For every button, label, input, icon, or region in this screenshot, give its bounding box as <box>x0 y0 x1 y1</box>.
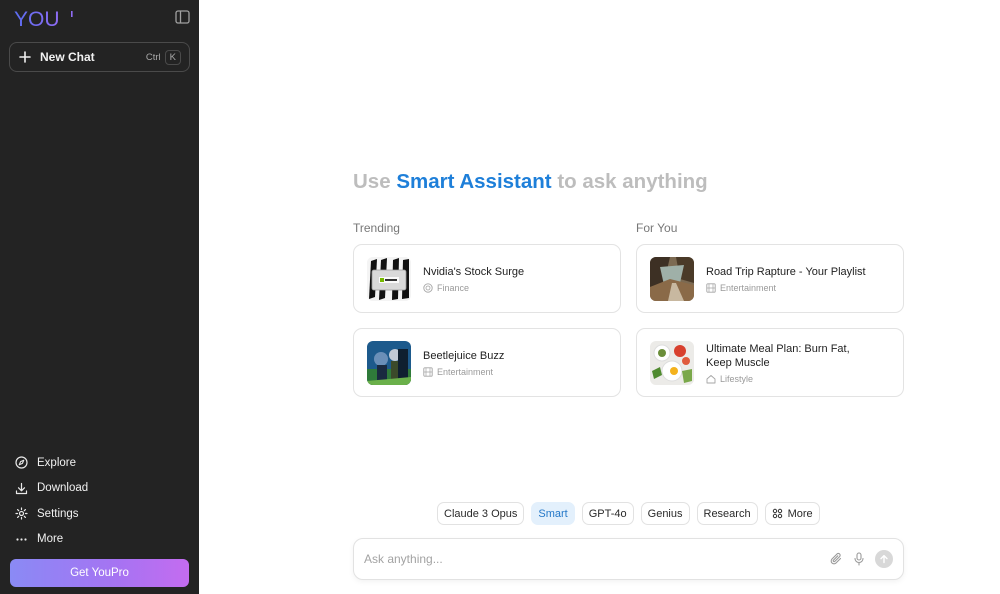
model-chip-smart[interactable]: Smart <box>531 502 575 525</box>
ask-bar <box>353 538 904 580</box>
sidebar-item-label: More <box>37 533 64 546</box>
headline-prefix: Use <box>353 170 397 193</box>
sidebar-item-label: Explore <box>37 456 76 469</box>
headline-accent: Smart Assistant <box>396 170 552 193</box>
card-title: Beetlejuice Buzz <box>423 349 505 362</box>
card-title: Road Trip Rapture - Your Playlist <box>706 265 866 278</box>
trending-title: Trending <box>353 221 400 235</box>
microphone-icon[interactable] <box>851 551 867 567</box>
trending-card-nvidia[interactable]: Nvidia's Stock Surge Finance <box>353 244 621 313</box>
arrow-up-icon <box>879 554 889 564</box>
model-chip-research[interactable]: Research <box>696 502 758 525</box>
new-chat-label: New Chat <box>40 50 95 64</box>
new-chat-button[interactable]: New Chat Ctrl K <box>9 42 190 72</box>
sidebar-item-label: Download <box>37 482 89 495</box>
card-category: Finance <box>437 282 470 293</box>
card-category: Entertainment <box>720 282 777 293</box>
sidebar-item-download[interactable]: Download <box>0 476 199 502</box>
sidebar-toggle-button[interactable] <box>173 9 191 29</box>
for-you-card-road-trip[interactable]: Road Trip Rapture - Your Playlist Entert… <box>636 244 904 313</box>
plus-icon <box>18 50 32 64</box>
compass-icon <box>14 456 28 470</box>
logo-text: YOU <box>14 8 60 31</box>
film-icon <box>706 282 716 293</box>
model-chip-claude-3-opus[interactable]: Claude 3 Opus <box>437 502 525 525</box>
nvidia-thumbnail <box>367 256 411 301</box>
model-chip-genius[interactable]: Genius <box>640 502 690 525</box>
model-chip-gpt-4o[interactable]: GPT-4o <box>581 502 634 525</box>
coin-icon <box>423 282 433 293</box>
card-title: Ultimate Meal Plan: Burn Fat, Keep Muscl… <box>706 342 850 369</box>
you-logo[interactable]: YOU <box>14 7 84 31</box>
shortcut-key: K <box>164 49 181 65</box>
film-icon <box>423 366 433 377</box>
ask-input[interactable] <box>364 552 821 566</box>
get-youpro-button[interactable]: Get YouPro <box>10 559 189 587</box>
meal-plan-thumbnail <box>650 340 694 385</box>
model-chip-more-label: More <box>787 507 813 520</box>
download-icon <box>14 481 28 495</box>
beetlejuice-thumbnail <box>367 340 411 385</box>
more-dots-icon <box>14 532 28 546</box>
headline-suffix: to ask anything <box>551 170 708 193</box>
trending-card-beetlejuice[interactable]: Beetlejuice Buzz Entertainment <box>353 328 621 397</box>
for-you-card-meal-plan[interactable]: Ultimate Meal Plan: Burn Fat, Keep Muscl… <box>636 328 904 397</box>
for-you-title: For You <box>636 221 678 235</box>
card-category: Entertainment <box>437 366 494 377</box>
sidebar-item-more[interactable]: More <box>0 527 199 553</box>
card-category: Lifestyle <box>720 373 754 384</box>
model-selector: Claude 3 Opus Smart GPT-4o Genius Resear… <box>437 502 820 525</box>
model-chip-more[interactable]: More <box>764 502 820 525</box>
sidebar-item-settings[interactable]: Settings <box>0 501 199 527</box>
grid-icon <box>772 508 783 519</box>
card-title: Nvidia's Stock Surge <box>423 265 525 278</box>
sidebar: YOU New Chat Ctrl K Explore Download Set… <box>0 0 199 594</box>
shortcut-mod: Ctrl <box>145 51 161 63</box>
page-headline: Use Smart Assistant to ask anything <box>353 170 708 194</box>
sidebar-panel-icon <box>174 9 190 29</box>
paperclip-icon[interactable] <box>828 551 844 567</box>
home-icon <box>706 374 716 384</box>
road-trip-thumbnail <box>650 256 694 301</box>
gear-icon <box>14 507 28 521</box>
sidebar-item-label: Settings <box>37 507 79 520</box>
sidebar-item-explore[interactable]: Explore <box>0 450 199 476</box>
send-button[interactable] <box>875 550 893 568</box>
sidebar-nav: Explore Download Settings More <box>0 450 199 552</box>
